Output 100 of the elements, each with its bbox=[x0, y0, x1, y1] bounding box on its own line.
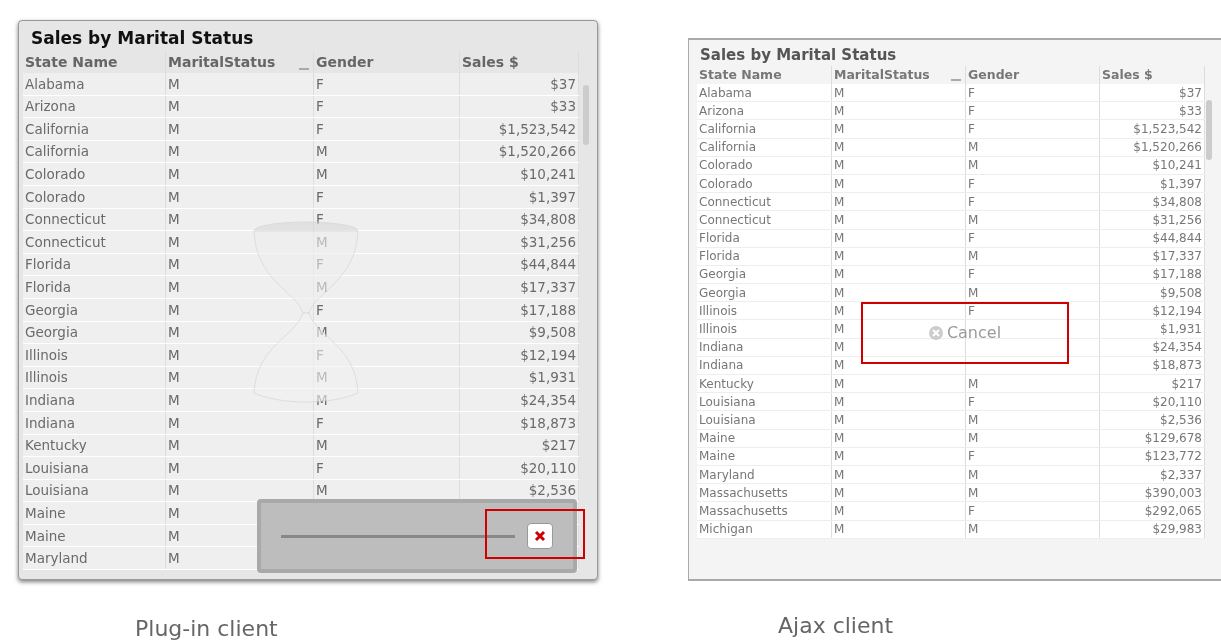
table-cell: M bbox=[314, 163, 460, 185]
table-cell: M bbox=[166, 411, 314, 434]
table-cell: $34,808 bbox=[460, 208, 579, 231]
table-cell: M bbox=[966, 520, 1100, 538]
table-cell: $9,508 bbox=[1100, 284, 1205, 302]
table-cell: $1,397 bbox=[1100, 174, 1205, 193]
table-cell: Indiana bbox=[23, 411, 166, 434]
table-cell: Connecticut bbox=[23, 231, 166, 253]
table-cell: M bbox=[166, 389, 314, 411]
table-cell: F bbox=[314, 411, 460, 434]
cancel-button[interactable] bbox=[527, 523, 553, 549]
table-cell: Maine bbox=[23, 502, 166, 524]
table-cell: F bbox=[966, 447, 1100, 465]
table-cell: $10,241 bbox=[1100, 156, 1205, 174]
table-cell: Maryland bbox=[697, 465, 832, 484]
table-cell: M bbox=[166, 321, 314, 344]
table-cell: M bbox=[832, 484, 966, 502]
table-cell: M bbox=[966, 375, 1100, 393]
table-cell: Connecticut bbox=[697, 211, 832, 229]
table-cell: M bbox=[314, 276, 460, 298]
panel-title: Sales by Marital Status bbox=[699, 44, 898, 66]
table-cell: Colorado bbox=[697, 156, 832, 174]
table-cell: Illinois bbox=[23, 366, 166, 389]
table-cell: M bbox=[832, 102, 966, 120]
table-cell: $33 bbox=[1100, 102, 1205, 120]
table-cell: Illinois bbox=[697, 320, 832, 338]
table-cell: M bbox=[966, 247, 1100, 265]
table-cell: M bbox=[832, 502, 966, 520]
table-cell: Colorado bbox=[23, 185, 166, 208]
table-cell: M bbox=[832, 302, 966, 320]
table-cell: Massachusetts bbox=[697, 484, 832, 502]
table-cell: Illinois bbox=[697, 302, 832, 320]
table-cell: California bbox=[697, 120, 832, 138]
table-cell: F bbox=[966, 265, 1100, 284]
panel-title: Sales by Marital Status bbox=[30, 26, 255, 50]
table-cell: Florida bbox=[23, 276, 166, 298]
table-cell: $33 bbox=[460, 95, 579, 118]
table-cell: $390,003 bbox=[1100, 484, 1205, 502]
table-cell: M bbox=[832, 138, 966, 156]
table-cell: M bbox=[832, 520, 966, 538]
table-cell: M bbox=[966, 284, 1100, 302]
table-cell: $37 bbox=[460, 73, 579, 95]
table-cell: $24,354 bbox=[1100, 338, 1205, 356]
table-cell: Louisiana bbox=[697, 393, 832, 411]
table-cell: $1,520,266 bbox=[1100, 138, 1205, 156]
table-cell: $17,188 bbox=[1100, 265, 1205, 284]
table-cell: Georgia bbox=[697, 265, 832, 284]
table-cell: $1,397 bbox=[460, 185, 579, 208]
table-cell: $17,337 bbox=[460, 276, 579, 298]
table-cell: Indiana bbox=[23, 389, 166, 411]
table-cell: Florida bbox=[697, 247, 832, 265]
table-cell: Maryland bbox=[23, 547, 166, 570]
table-cell: M bbox=[166, 457, 314, 479]
table-cell: California bbox=[23, 118, 166, 140]
table-cell: $31,256 bbox=[460, 231, 579, 253]
table-cell: $1,523,542 bbox=[1100, 120, 1205, 138]
table-cell: F bbox=[314, 185, 460, 208]
table-cell: Georgia bbox=[23, 298, 166, 321]
table-cell: Kentucky bbox=[697, 375, 832, 393]
table-cell: $217 bbox=[1100, 375, 1205, 393]
table-cell: $44,844 bbox=[460, 253, 579, 276]
table-cell: M bbox=[832, 284, 966, 302]
table-cell: F bbox=[966, 229, 1100, 247]
table-cell: $34,808 bbox=[1100, 193, 1205, 211]
table-cell: Louisiana bbox=[23, 479, 166, 502]
table-cell: Indiana bbox=[697, 338, 832, 356]
table-cell: M bbox=[832, 465, 966, 484]
table-cell: $1,520,266 bbox=[460, 140, 579, 163]
table-cell: $24,354 bbox=[460, 389, 579, 411]
table-cell: F bbox=[966, 84, 1100, 102]
table-cell: $1,523,542 bbox=[460, 118, 579, 140]
table-cell: California bbox=[697, 138, 832, 156]
table-cell: Alabama bbox=[697, 84, 832, 102]
table-cell: $292,065 bbox=[1100, 502, 1205, 520]
table-cell: $217 bbox=[460, 434, 579, 457]
table-cell: $29,983 bbox=[1100, 520, 1205, 538]
table-cell: $9,508 bbox=[460, 321, 579, 344]
table-cell: F bbox=[966, 102, 1100, 120]
table-cell: $20,110 bbox=[1100, 393, 1205, 411]
table-cell: $18,873 bbox=[1100, 356, 1205, 374]
table-cell: M bbox=[832, 156, 966, 174]
table-cell: Maine bbox=[697, 429, 832, 447]
table-cell: $37 bbox=[1100, 84, 1205, 102]
table-cell: $2,337 bbox=[1100, 465, 1205, 484]
close-icon bbox=[534, 530, 546, 542]
table-cell: Kentucky bbox=[23, 434, 166, 457]
table-cell: M bbox=[832, 411, 966, 429]
table-cell: M bbox=[166, 118, 314, 140]
table-cell: Michigan bbox=[697, 520, 832, 538]
table-cell: Massachusetts bbox=[697, 502, 832, 520]
table-cell: Georgia bbox=[697, 284, 832, 302]
table-cell: $129,678 bbox=[1100, 429, 1205, 447]
table-cell: $1,931 bbox=[460, 366, 579, 389]
table-cell: $1,931 bbox=[1100, 320, 1205, 338]
table-cell: $123,772 bbox=[1100, 447, 1205, 465]
table-cell: Illinois bbox=[23, 344, 166, 366]
table-cell: Maine bbox=[23, 524, 166, 547]
table-cell: $2,536 bbox=[1100, 411, 1205, 429]
table-cell: M bbox=[832, 429, 966, 447]
table-cell: Maine bbox=[697, 447, 832, 465]
